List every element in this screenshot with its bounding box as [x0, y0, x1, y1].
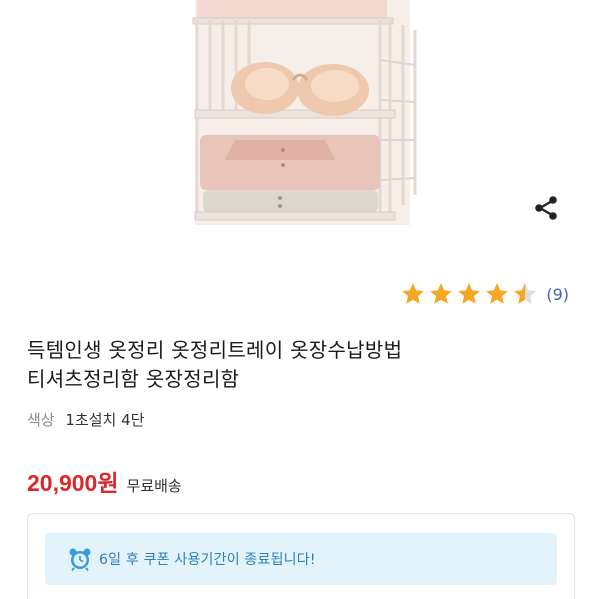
price: 20,900원: [27, 470, 119, 496]
alarm-clock-icon: [69, 548, 91, 572]
star-icon: [430, 283, 453, 304]
option-value: 1초설치 4단: [65, 411, 145, 429]
product-title: 득템인생 옷정리 옷정리트레이 옷장수납방법 티셔츠정리함 옷장정리함: [27, 336, 557, 394]
product-title-line-2: 티셔츠정리함 옷장정리함: [27, 367, 240, 391]
half-star-icon: [514, 283, 537, 304]
product-title-line-1: 득템인생 옷정리 옷정리트레이 옷장수납방법: [27, 338, 403, 362]
share-button[interactable]: [528, 190, 564, 226]
shipping-label: 무료배송: [126, 477, 182, 495]
product-option: 색상 1초설치 4단: [27, 409, 144, 430]
coupon-expiry-text: 6일 후 쿠폰 사용기간이 종료됩니다!: [99, 552, 316, 568]
rating[interactable]: (9): [400, 280, 569, 308]
share-icon: [535, 196, 557, 220]
price-row: 20,900원 무료배송: [27, 464, 182, 498]
star-icon: [458, 283, 481, 304]
star-icon: [402, 283, 425, 304]
coupon-expiry-banner[interactable]: 6일 후 쿠폰 사용기간이 종료됩니다!: [45, 533, 557, 585]
product-image[interactable]: [175, 0, 425, 235]
star-icon: [486, 283, 509, 304]
option-label: 색상: [27, 411, 55, 429]
review-count-link[interactable]: (9): [546, 285, 569, 304]
coupon-card: 6일 후 쿠폰 사용기간이 종료됩니다!: [27, 513, 575, 599]
